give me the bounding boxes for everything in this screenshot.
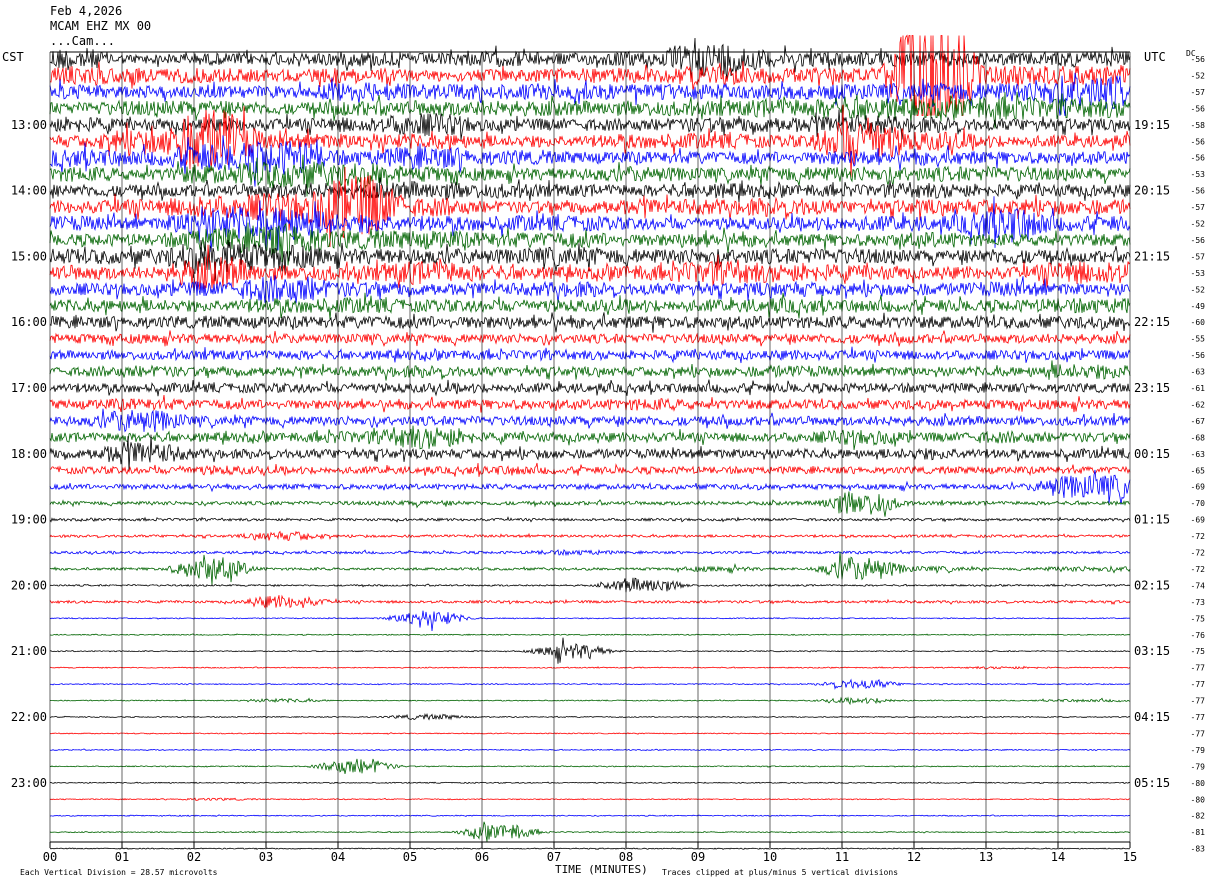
right-time-label-4: 22:15 bbox=[1134, 315, 1170, 329]
x-tick-label-0: 00 bbox=[43, 850, 57, 864]
x-tick-label-11: 11 bbox=[835, 850, 849, 864]
dc-offset-label-36: -76 bbox=[1191, 631, 1206, 640]
chart-date: Feb 4,2026 bbox=[50, 4, 122, 18]
dc-offset-label-18: -55 bbox=[1191, 335, 1206, 344]
x-tick-label-9: 09 bbox=[691, 850, 705, 864]
dc-offset-label-33: -74 bbox=[1191, 581, 1206, 590]
dc-offset-label-42: -77 bbox=[1191, 729, 1206, 738]
dc-offset-label-10: -57 bbox=[1191, 203, 1206, 212]
dc-offset-label-25: -63 bbox=[1191, 450, 1206, 459]
x-tick-label-12: 12 bbox=[907, 850, 921, 864]
dc-offset-label-43: -79 bbox=[1191, 746, 1206, 755]
left-time-label-11: 23:00 bbox=[11, 776, 47, 790]
scale-note: Each Vertical Division = 28.57 microvolt… bbox=[20, 868, 218, 877]
dc-offset-label-24: -68 bbox=[1191, 433, 1206, 442]
dc-offset-label-44: -79 bbox=[1191, 762, 1206, 771]
left-time-label-8: 20:00 bbox=[11, 578, 47, 592]
dc-offset-label-26: -65 bbox=[1191, 466, 1206, 475]
x-tick-label-3: 03 bbox=[259, 850, 273, 864]
network-line: ...Cam... bbox=[50, 34, 115, 48]
dc-offset-label-1: -56 bbox=[1191, 55, 1206, 64]
right-time-label-5: 23:15 bbox=[1134, 381, 1170, 395]
dc-offset-label-19: -56 bbox=[1191, 351, 1206, 360]
dc-offset-label-21: -61 bbox=[1191, 384, 1206, 393]
dc-offset-label-14: -53 bbox=[1191, 269, 1206, 278]
left-time-label-5: 17:00 bbox=[11, 381, 47, 395]
dc-offset-label-20: -63 bbox=[1191, 368, 1206, 377]
dc-offset-label-30: -72 bbox=[1191, 532, 1206, 541]
dc-offset-label-7: -56 bbox=[1191, 154, 1206, 163]
x-tick-label-2: 02 bbox=[187, 850, 201, 864]
right-time-label-8: 02:15 bbox=[1134, 578, 1170, 592]
x-tick-label-7: 07 bbox=[547, 850, 561, 864]
left-time-label-9: 21:00 bbox=[11, 644, 47, 658]
left-time-label-7: 19:00 bbox=[11, 513, 47, 527]
right-time-label-6: 00:15 bbox=[1134, 447, 1170, 461]
left-time-label-1: 13:00 bbox=[11, 118, 47, 132]
x-tick-label-6: 06 bbox=[475, 850, 489, 864]
dc-offset-label-15: -52 bbox=[1191, 285, 1206, 294]
right-time-label-9: 03:15 bbox=[1134, 644, 1170, 658]
right-time-label-3: 21:15 bbox=[1134, 249, 1170, 263]
dc-offset-label-11: -52 bbox=[1191, 220, 1206, 229]
x-tick-label-10: 10 bbox=[763, 850, 777, 864]
dc-offset-label-2: -52 bbox=[1191, 71, 1206, 80]
dc-offset-label-34: -73 bbox=[1191, 598, 1206, 607]
dc-offset-label-23: -67 bbox=[1191, 417, 1206, 426]
right-timezone-label: UTC bbox=[1144, 50, 1166, 64]
left-time-label-4: 16:00 bbox=[11, 315, 47, 329]
right-time-label-10: 04:15 bbox=[1134, 710, 1170, 724]
dc-offset-label-49: -83 bbox=[1191, 845, 1206, 854]
right-time-label-1: 19:15 bbox=[1134, 118, 1170, 132]
dc-offset-label-38: -77 bbox=[1191, 664, 1206, 673]
x-tick-label-5: 05 bbox=[403, 850, 417, 864]
x-tick-label-15: 15 bbox=[1123, 850, 1137, 864]
dc-offset-labels: -56 -52 -57 -56 -58 -56 -56 -53 -56 -57 -52 -56 -57 -… bbox=[1191, 55, 1206, 854]
x-tick-label-8: 08 bbox=[619, 850, 633, 864]
dc-offset-label-47: -82 bbox=[1191, 812, 1206, 821]
x-tick-label-1: 01 bbox=[115, 850, 129, 864]
helicorder-chart: Feb 4,2026 MCAM EHZ MX 00 ...Cam... CST … bbox=[0, 0, 1210, 886]
left-time-label-3: 15:00 bbox=[11, 249, 47, 263]
left-time-label-2: 14:00 bbox=[11, 184, 47, 198]
station-code: MCAM EHZ MX 00 bbox=[50, 19, 151, 33]
dc-offset-label-17: -60 bbox=[1191, 318, 1206, 327]
dc-offset-label-31: -72 bbox=[1191, 549, 1206, 558]
x-tick-label-14: 14 bbox=[1051, 850, 1065, 864]
x-tick-label-4: 04 bbox=[331, 850, 345, 864]
dc-offset-label-4: -56 bbox=[1191, 104, 1206, 113]
dc-offset-label-8: -53 bbox=[1191, 170, 1206, 179]
dc-offset-label-35: -75 bbox=[1191, 614, 1206, 623]
dc-offset-label-41: -77 bbox=[1191, 713, 1206, 722]
dc-offset-label-6: -56 bbox=[1191, 137, 1206, 146]
left-time-label-6: 18:00 bbox=[11, 447, 47, 461]
chart-background bbox=[0, 0, 1210, 886]
dc-offset-label-9: -56 bbox=[1191, 187, 1206, 196]
dc-offset-label-27: -69 bbox=[1191, 483, 1206, 492]
dc-offset-label-12: -56 bbox=[1191, 236, 1206, 245]
dc-offset-label-5: -58 bbox=[1191, 121, 1206, 130]
right-time-label-2: 20:15 bbox=[1134, 184, 1170, 198]
dc-offset-label-37: -75 bbox=[1191, 647, 1206, 656]
dc-offset-label-39: -77 bbox=[1191, 680, 1206, 689]
x-tick-label-13: 13 bbox=[979, 850, 993, 864]
dc-offset-label-46: -80 bbox=[1191, 795, 1206, 804]
dc-offset-label-3: -57 bbox=[1191, 88, 1206, 97]
left-timezone-label: CST bbox=[2, 50, 24, 64]
dc-offset-label-13: -57 bbox=[1191, 252, 1206, 261]
clip-note: Traces clipped at plus/minus 5 vertical … bbox=[662, 868, 898, 877]
x-axis-title: TIME (MINUTES) bbox=[555, 863, 648, 876]
dc-offset-label-32: -72 bbox=[1191, 565, 1206, 574]
right-time-label-11: 05:15 bbox=[1134, 776, 1170, 790]
dc-offset-label-40: -77 bbox=[1191, 697, 1206, 706]
dc-offset-label-45: -80 bbox=[1191, 779, 1206, 788]
dc-offset-label-28: -70 bbox=[1191, 499, 1206, 508]
left-time-label-10: 22:00 bbox=[11, 710, 47, 724]
dc-offset-label-22: -62 bbox=[1191, 400, 1206, 409]
right-time-label-7: 01:15 bbox=[1134, 513, 1170, 527]
dc-offset-label-16: -49 bbox=[1191, 302, 1206, 311]
dc-offset-label-48: -81 bbox=[1191, 828, 1206, 837]
dc-offset-label-29: -69 bbox=[1191, 516, 1206, 525]
